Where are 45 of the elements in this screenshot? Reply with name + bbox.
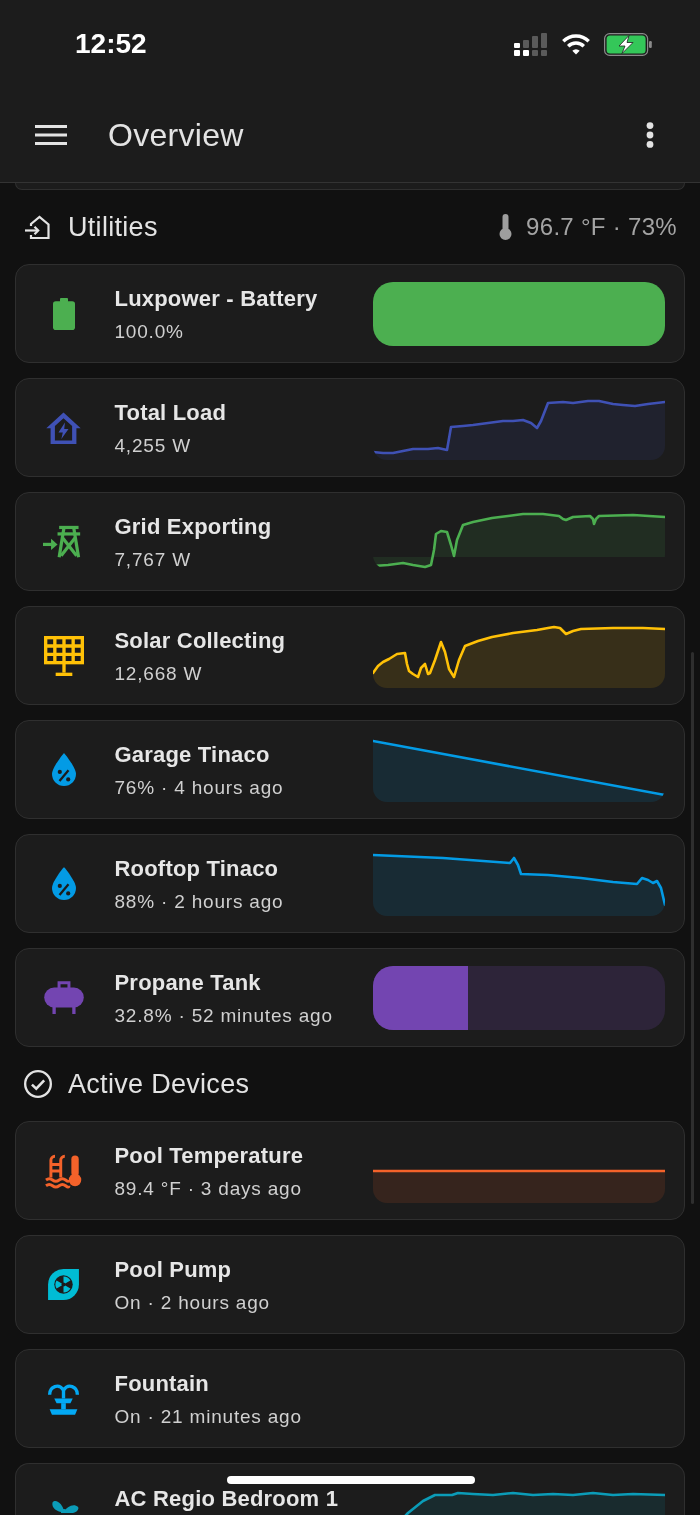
entity-card[interactable]: Rooftop Tinaco 88% · 2 hours ago (15, 834, 685, 933)
entity-name: Fountain (114, 1371, 210, 1397)
entity-state: 89.4 °F · 3 days ago (114, 1177, 303, 1201)
entity-card[interactable]: Pool Temperature 89.4 °F · 3 days ago (15, 1121, 685, 1220)
entity-card[interactable]: Garage Tinaco 76% · 4 hours ago (15, 720, 685, 819)
entity-card[interactable]: Luxpower - Battery 100.0% (15, 264, 685, 363)
entity-state: On · 2 hours ago (114, 1291, 271, 1315)
entity-name: AC Regio Bedroom 1 (114, 1486, 340, 1512)
entity-name: Luxpower - Battery (114, 286, 319, 312)
battery-charging-icon (604, 32, 652, 56)
entity-state: 32.8% · 52 minutes ago (114, 1004, 334, 1028)
entity-card[interactable]: Total Load 4,255 W (15, 378, 685, 477)
status-time: 12:52 (75, 27, 147, 61)
entity-card[interactable]: Propane Tank 32.8% · 52 minutes ago (15, 948, 685, 1047)
section-title: Utilities (68, 211, 158, 243)
entity-name: Pool Temperature (114, 1143, 305, 1169)
entity-name: Grid Exporting (114, 514, 273, 540)
page-title: Overview (108, 116, 245, 154)
entity-state: 7,767 W (114, 548, 192, 572)
entity-name: Propane Tank (114, 970, 262, 996)
entity-state: 4,255 W (114, 434, 192, 458)
check-circle-icon (24, 1070, 52, 1098)
entity-name: Total Load (114, 400, 228, 426)
entity-state: On · 21 minutes ago (114, 1405, 303, 1429)
entity-state: 100.0% (114, 320, 185, 344)
entity-card[interactable]: Pool Pump On · 2 hours ago (15, 1235, 685, 1334)
entity-name: Garage Tinaco (114, 742, 271, 768)
entity-card[interactable]: AC Regio Bedroom 1 (15, 1463, 685, 1515)
entity-name: Rooftop Tinaco (114, 856, 280, 882)
entity-card[interactable]: Fountain On · 21 minutes ago (15, 1349, 685, 1448)
entity-state: 76% · 4 hours ago (114, 776, 285, 800)
entity-name: Solar Collecting (114, 628, 287, 654)
entity-card[interactable]: Grid Exporting 7,767 W (15, 492, 685, 591)
entity-state: 88% · 2 hours ago (114, 890, 285, 914)
thermometer-icon (499, 214, 513, 240)
entity-card[interactable]: Solar Collecting 12,668 W (15, 606, 685, 705)
wifi-icon (561, 33, 591, 55)
climate-reading: 96.7 °F · 73% (526, 212, 677, 242)
more-icon (646, 122, 654, 148)
entity-state: 12,668 W (114, 662, 204, 686)
entity-name: Pool Pump (114, 1257, 233, 1283)
signal-icon (514, 32, 548, 56)
section-title: Active Devices (68, 1068, 250, 1100)
menu-icon (35, 125, 67, 145)
home-import-icon (24, 214, 50, 240)
